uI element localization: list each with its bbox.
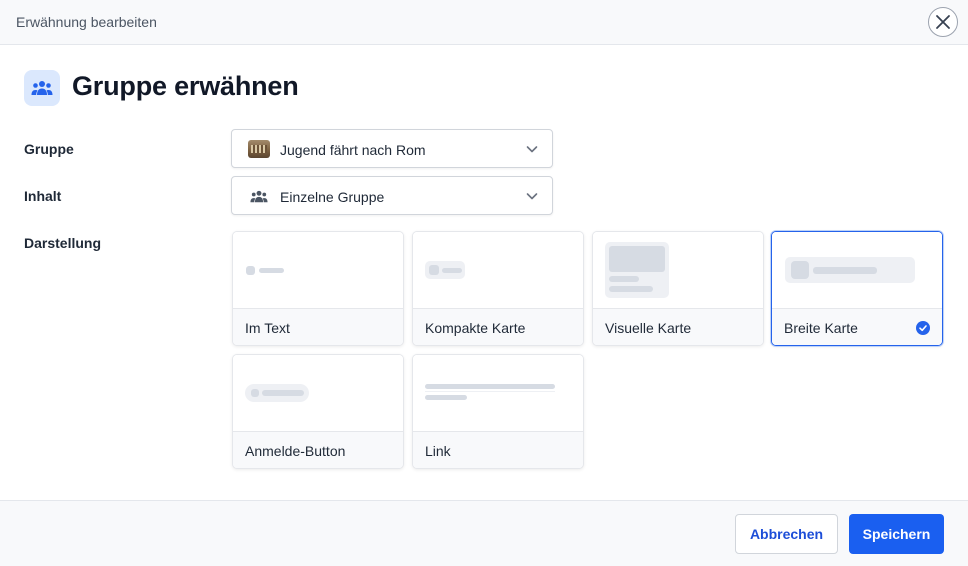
cancel-button[interactable]: Abbrechen <box>735 514 838 554</box>
display-option-signup-button[interactable]: Anmelde-Button <box>232 354 404 469</box>
option-label: Im Text <box>245 320 290 336</box>
group-icon <box>31 81 53 95</box>
chevron-down-icon <box>526 193 538 200</box>
close-button[interactable] <box>928 7 958 37</box>
content-label: Inhalt <box>24 188 62 204</box>
display-option-wide-card[interactable]: Breite Karte <box>771 231 943 346</box>
group-select[interactable]: Jugend fährt nach Rom <box>231 129 553 168</box>
option-label: Visuelle Karte <box>605 320 692 336</box>
option-label: Kompakte Karte <box>425 320 526 336</box>
display-option-compact-card[interactable]: Kompakte Karte <box>412 231 584 346</box>
group-thumbnail <box>248 139 270 159</box>
display-option-link[interactable]: Link <box>412 354 584 469</box>
link-preview <box>413 355 583 432</box>
content-select[interactable]: Einzelne Gruppe <box>231 176 553 215</box>
option-label: Breite Karte <box>784 320 858 336</box>
save-button[interactable]: Speichern <box>849 514 944 554</box>
group-icon <box>250 190 268 202</box>
page-title: Gruppe erwähnen <box>72 71 299 101</box>
signup-button-preview <box>233 355 403 432</box>
group-label: Gruppe <box>24 141 74 157</box>
content-select-value: Einzelne Gruppe <box>280 189 385 205</box>
close-icon <box>936 15 950 29</box>
display-label: Darstellung <box>24 235 102 251</box>
option-label: Link <box>425 443 451 459</box>
check-icon <box>916 321 930 335</box>
chevron-down-icon <box>526 146 538 153</box>
dialog-header: Erwähnung bearbeiten <box>0 0 968 45</box>
dialog-title: Erwähnung bearbeiten <box>16 14 157 30</box>
option-label: Anmelde-Button <box>245 443 346 459</box>
display-option-inline-text[interactable]: Im Text <box>232 231 404 346</box>
compact-card-preview <box>413 232 583 309</box>
colosseum-thumbnail-icon <box>248 140 270 158</box>
heading-group-icon-box <box>24 70 60 106</box>
display-option-visual-card[interactable]: Visuelle Karte <box>592 231 764 346</box>
group-select-value: Jugend fährt nach Rom <box>280 142 426 158</box>
visual-card-preview <box>593 232 763 309</box>
wide-card-preview <box>772 232 942 309</box>
inline-text-preview <box>233 232 403 309</box>
content-select-icon <box>248 186 270 206</box>
edit-mention-dialog: Erwähnung bearbeiten Gruppe erwähnen Gru… <box>0 0 968 566</box>
